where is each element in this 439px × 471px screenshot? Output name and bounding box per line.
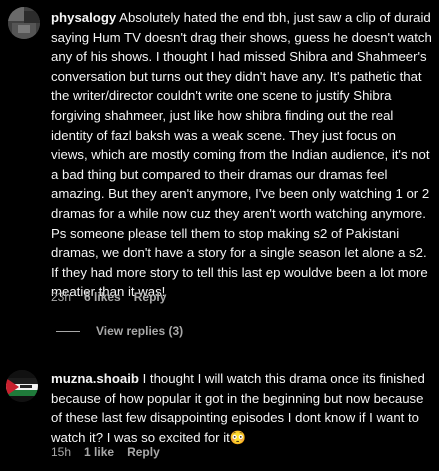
comment-meta: 15h 1 like Reply	[51, 444, 173, 460]
avatar-image	[6, 370, 38, 402]
comment-username[interactable]: physalogy	[51, 10, 116, 25]
comment-body: muzna.shoaib I thought I will watch this…	[51, 369, 435, 447]
reply-button[interactable]: Reply	[134, 290, 167, 304]
reply-button[interactable]: Reply	[127, 445, 160, 459]
replies-divider	[56, 330, 80, 332]
comment-timestamp: 23h	[51, 290, 72, 304]
avatar[interactable]	[6, 370, 38, 402]
comment-username[interactable]: muzna.shoaib	[51, 371, 139, 386]
view-replies-button[interactable]: View replies (3)	[56, 323, 183, 339]
comment-meta: 23h 6 likes Reply	[51, 289, 179, 305]
avatar-image	[8, 7, 40, 39]
avatar[interactable]	[8, 7, 40, 39]
comment-body: physalogy Absolutely hated the end tbh, …	[51, 8, 435, 302]
flushed-emoji: 😳	[229, 429, 247, 445]
comment-timestamp: 15h	[51, 445, 72, 459]
comment-text: Absolutely hated the end tbh, just saw a…	[51, 10, 432, 300]
likes-count[interactable]: 1 like	[84, 445, 114, 459]
likes-count[interactable]: 6 likes	[84, 290, 121, 304]
view-replies-label[interactable]: View replies (3)	[96, 324, 183, 338]
